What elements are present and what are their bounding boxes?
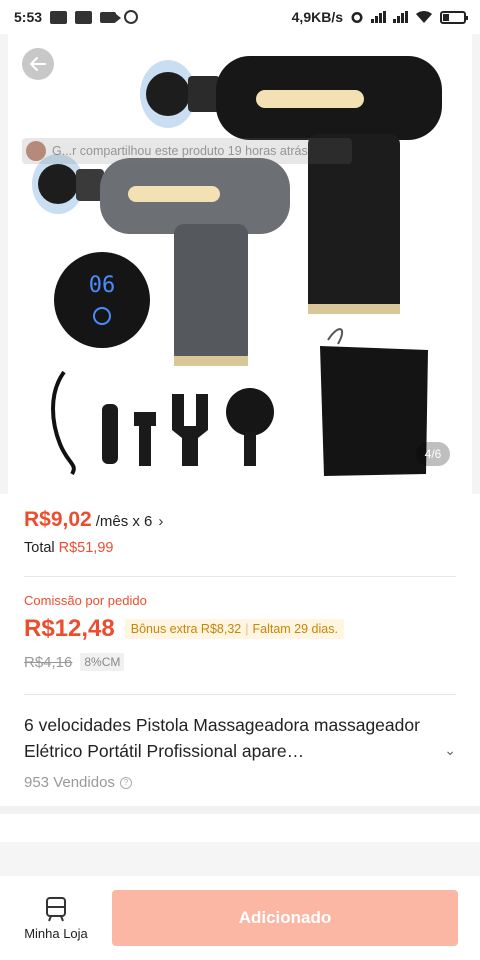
commission-value: R$12,48 [24,615,115,642]
question-icon[interactable]: ? [119,776,132,789]
my-shop-label: Minha Loja [24,925,88,941]
signal-icon [371,11,386,23]
bottom-bar: Minha Loja Adicionado [0,876,480,960]
back-button[interactable] [22,48,54,80]
signal-icon [393,11,408,23]
notification-app-icon [50,10,68,24]
total-value: R$51,99 [58,540,114,556]
old-commission-value: R$4,16 [24,653,73,671]
share-banner-text: G...r compartilhou este produto 19 horas… [52,144,308,158]
installment-price: R$9,02 [24,508,92,531]
status-bar: 5:53 4,9KB/s [0,0,480,34]
my-shop-button[interactable]: Minha Loja [0,896,112,941]
video-camera-icon [100,11,122,23]
shop-icon [46,896,66,921]
notification-app-icon [75,10,93,24]
added-button[interactable]: Adicionado [112,890,458,946]
arrow-left-icon [30,57,46,71]
installment-row[interactable]: R$9,02 /mês x 6 › [24,508,456,532]
section-separator [0,806,480,814]
sold-count: 953 Vendidos [24,774,115,791]
total-row: Total R$51,99 [24,540,456,556]
sold-row: 953 Vendidos ? [24,774,456,791]
alarm-icon [351,12,363,23]
whatsapp-icon [124,10,139,24]
product-title-block[interactable]: 6 velocidades Pistola Massageadora massa… [24,712,456,791]
chevron-right-icon: › [158,513,164,530]
product-image: 06 [8,34,472,494]
section-separator [0,842,480,876]
divider [24,694,456,695]
bonus-badge: Bônus extra R$8,32 | Faltam 29 dias. [124,619,344,639]
share-banner: G...r compartilhou este produto 19 horas… [22,138,352,164]
commission-label: Comissão por pedido [24,593,147,608]
battery-icon [440,10,468,24]
price-section: R$9,02 /mês x 6 › Total R$51,99 [0,494,480,556]
network-speed: 4,9KB/s [291,9,343,25]
bonus-text: Bônus extra R$8,32 [130,622,242,636]
wifi-icon [416,10,432,23]
bonus-remaining: Faltam 29 dias. [252,622,338,636]
installment-suffix: /mês x 6 [95,513,153,530]
chevron-down-icon[interactable]: ⌄ [444,742,456,759]
product-image-carousel[interactable]: 06 G...r compartilhou este produto 19 ho… [0,34,480,494]
commission-section: Comissão por pedido R$12,48 Bônus extra … [24,576,456,671]
total-label: Total [24,540,55,556]
product-title: 6 velocidades Pistola Massageadora massa… [24,715,420,761]
photo-counter: 4/6 [416,442,450,466]
status-time: 5:53 [14,9,43,25]
massage-gun-illustration: 06 [32,56,442,476]
commission-rate-badge: 8%CM [80,653,125,671]
device-display-value: 06 [89,273,116,298]
avatar [26,141,46,161]
